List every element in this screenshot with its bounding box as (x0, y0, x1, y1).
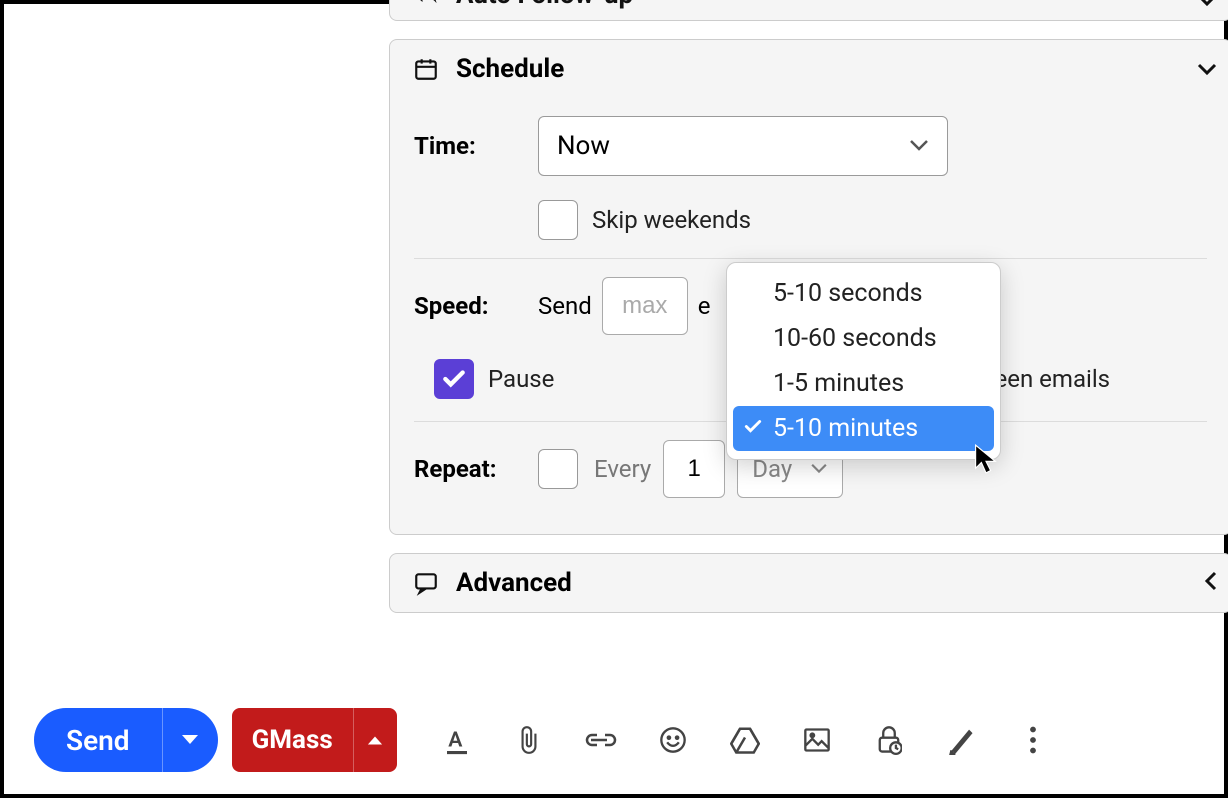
attachment-icon[interactable] (511, 722, 547, 758)
gmass-options-button[interactable] (353, 708, 397, 772)
pause-option[interactable]: 10-60 seconds (727, 316, 1000, 361)
link-icon[interactable] (583, 722, 619, 758)
mouse-cursor (974, 444, 998, 478)
schedule-header[interactable]: Schedule (390, 40, 1228, 98)
time-value: Now (557, 131, 610, 161)
calendar-icon (410, 56, 442, 82)
emoji-icon[interactable] (655, 722, 691, 758)
send-button[interactable]: Send (34, 708, 218, 772)
signature-icon[interactable] (943, 722, 979, 758)
auto-followup-title: Auto Follow-up (456, 0, 633, 10)
send-options-button[interactable] (162, 708, 218, 772)
skip-weekends-checkbox[interactable] (538, 200, 578, 240)
chevron-down-icon (1197, 0, 1217, 15)
time-row: Time: Now (414, 98, 1207, 194)
gmass-button[interactable]: GMass (232, 708, 397, 772)
schedule-title: Schedule (456, 54, 564, 84)
speed-label: Speed: (414, 292, 538, 320)
chevron-down-icon (909, 139, 929, 153)
check-icon (743, 414, 763, 443)
auto-followup-section[interactable]: Auto Follow-up (389, 0, 1228, 21)
repeat-label: Repeat: (414, 455, 538, 483)
pause-label: Pause (488, 365, 554, 393)
svg-text:A: A (448, 727, 463, 752)
text-format-icon[interactable]: A (439, 722, 475, 758)
drive-icon[interactable] (727, 722, 763, 758)
speed-max-input[interactable] (602, 277, 688, 335)
chevron-down-icon (1197, 54, 1217, 84)
repeat-checkbox[interactable] (538, 449, 578, 489)
repeat-every-text: Every (594, 455, 651, 483)
chat-icon (410, 570, 442, 596)
pause-interval-dropdown: 5-10 seconds 10-60 seconds 1-5 minutes 5… (726, 262, 1001, 460)
image-icon[interactable] (799, 722, 835, 758)
pause-option[interactable]: 1-5 minutes (727, 361, 1000, 406)
time-label: Time: (414, 132, 538, 160)
send-label: Send (34, 708, 162, 772)
pause-option[interactable]: 5-10 seconds (727, 271, 1000, 316)
reply-icon (410, 0, 442, 7)
speed-emails-text: e (698, 292, 711, 320)
chevron-down-icon (810, 463, 828, 475)
skip-weekends-label: Skip weekends (592, 206, 751, 234)
confidential-icon[interactable] (871, 722, 907, 758)
time-select[interactable]: Now (538, 116, 948, 176)
skip-weekends-row: Skip weekends (414, 194, 1207, 258)
more-icon[interactable] (1015, 722, 1051, 758)
advanced-section[interactable]: Advanced (389, 553, 1228, 613)
chevron-left-icon (1203, 568, 1217, 598)
gmass-label: GMass (232, 708, 353, 772)
compose-toolbar: Send GMass A (34, 708, 1224, 772)
advanced-title: Advanced (456, 568, 572, 598)
pause-option-selected[interactable]: 5-10 minutes (733, 406, 994, 451)
repeat-value-input[interactable] (663, 440, 725, 498)
pause-checkbox[interactable] (434, 359, 474, 399)
speed-send-text: Send (538, 292, 592, 320)
